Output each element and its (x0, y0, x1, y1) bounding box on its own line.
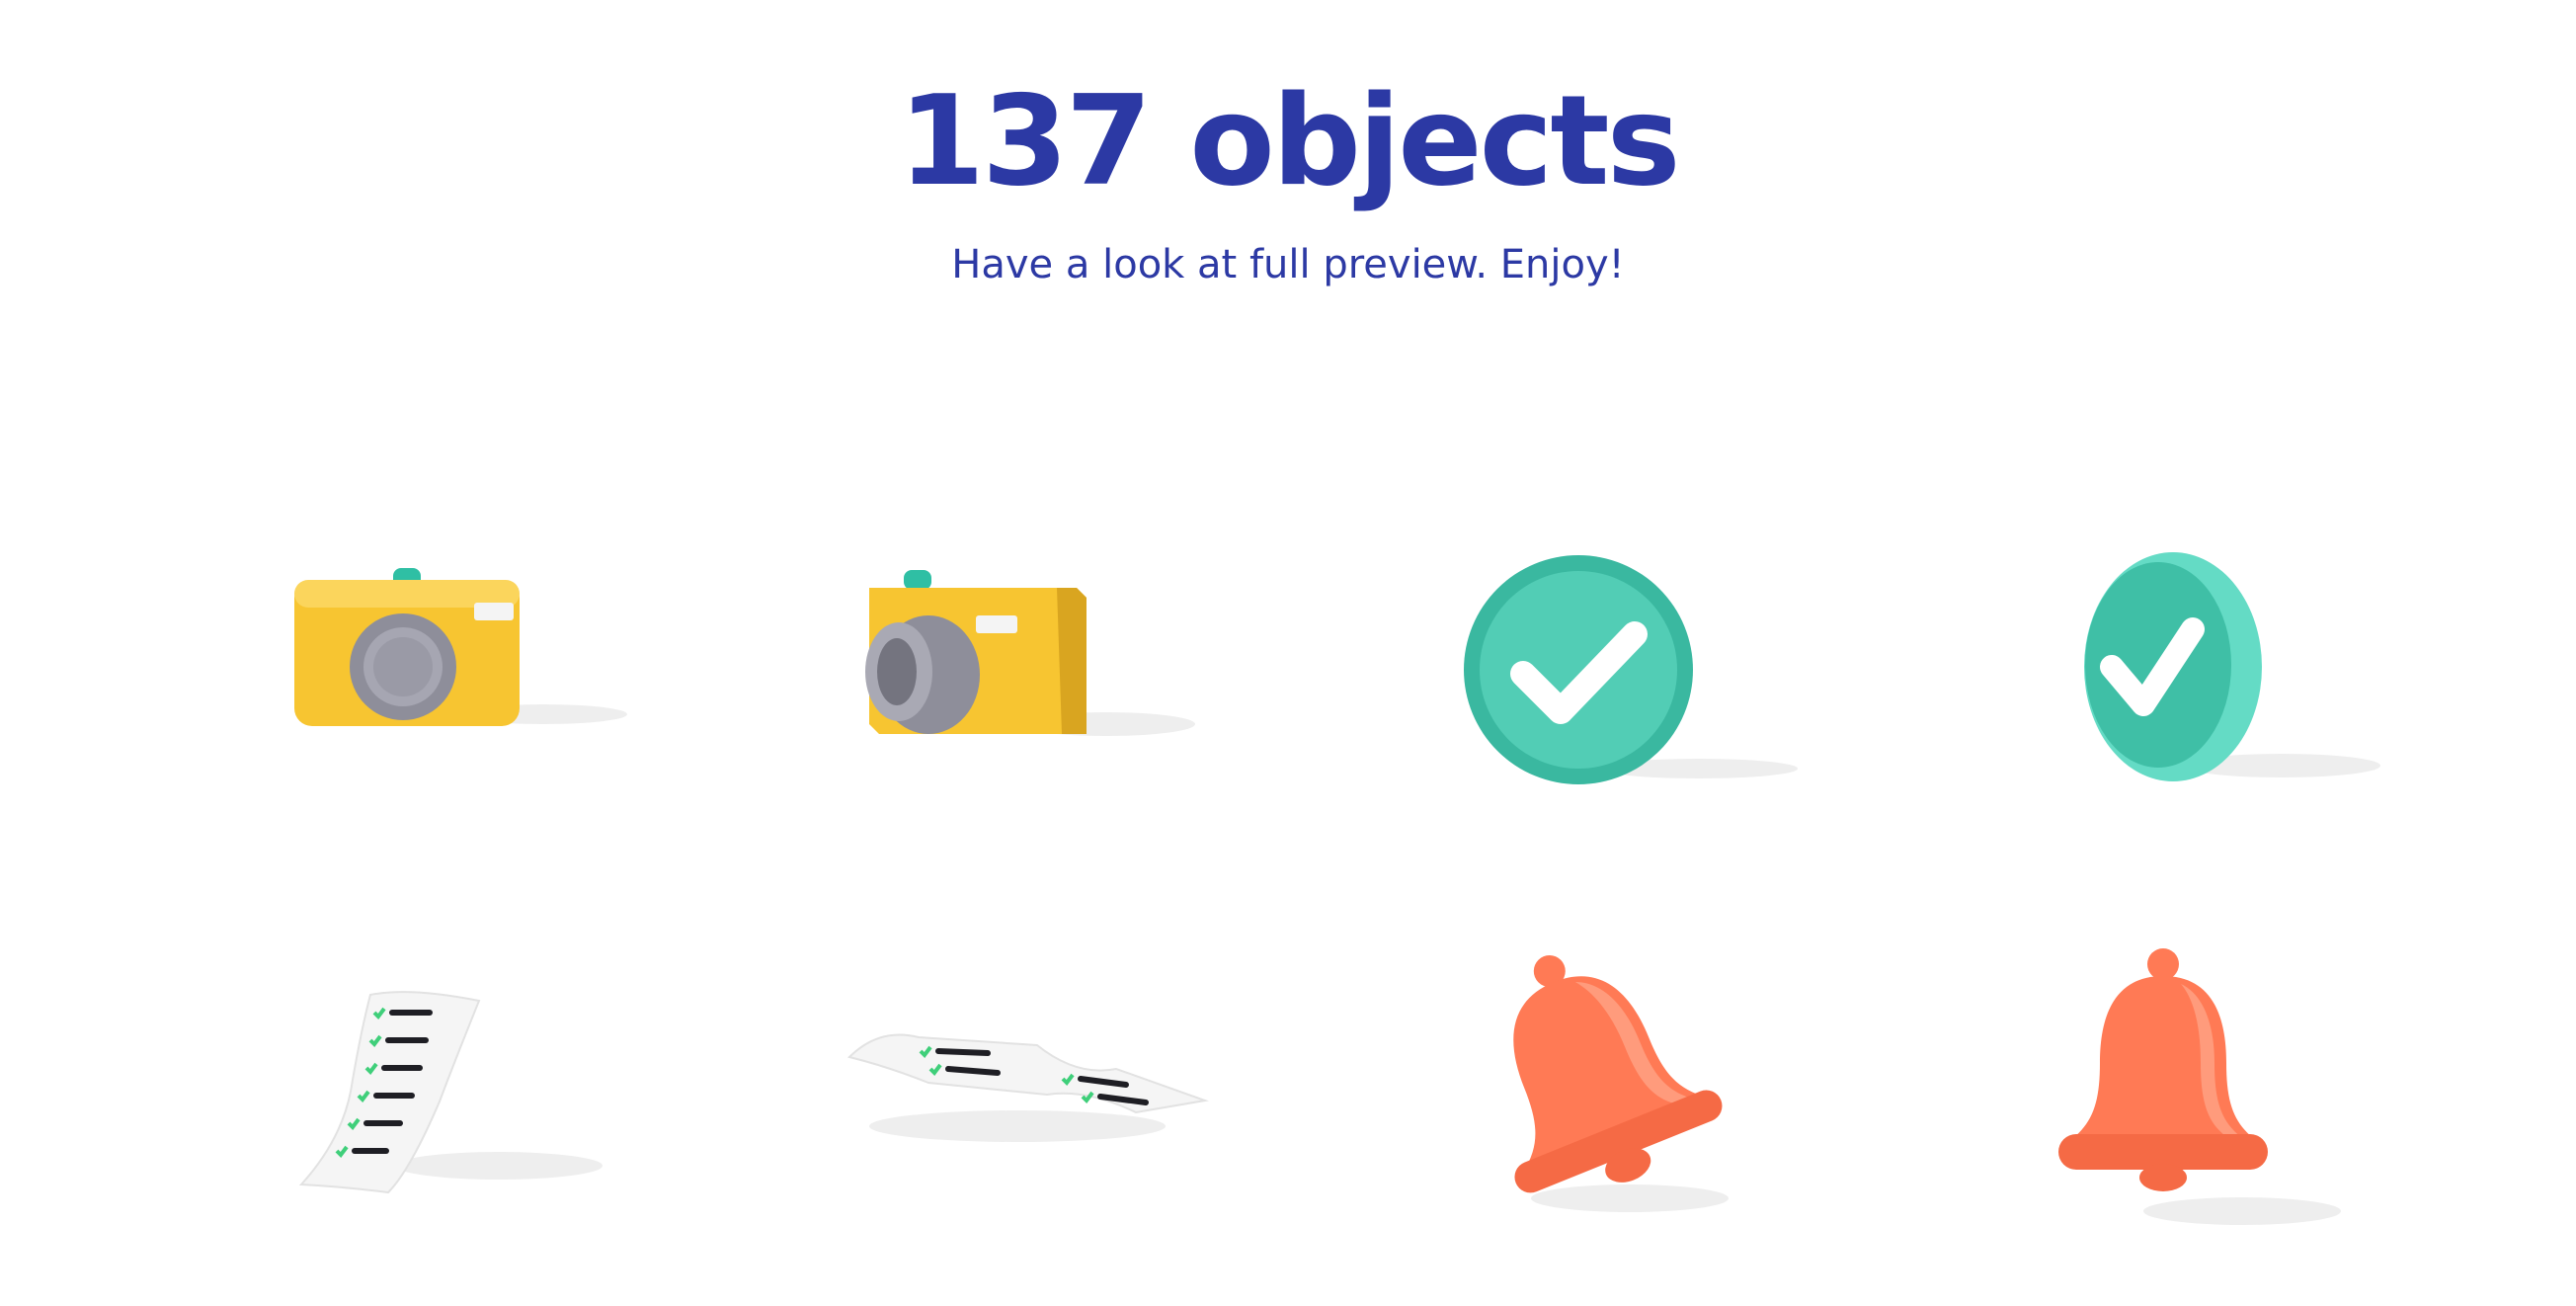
page-title: 137 objects (898, 68, 1680, 213)
page-subtitle: Have a look at full preview. Enjoy! (951, 242, 1625, 287)
camera-icon (859, 558, 1215, 756)
bell-icon (1462, 953, 1798, 1220)
bell-icon (2054, 946, 2390, 1233)
checklist-receipt-icon (282, 983, 627, 1220)
camera-icon (286, 558, 642, 736)
checklist-receipt-icon (840, 1018, 1215, 1156)
check-badge-icon (1462, 553, 1817, 800)
check-badge-icon (2064, 548, 2420, 795)
